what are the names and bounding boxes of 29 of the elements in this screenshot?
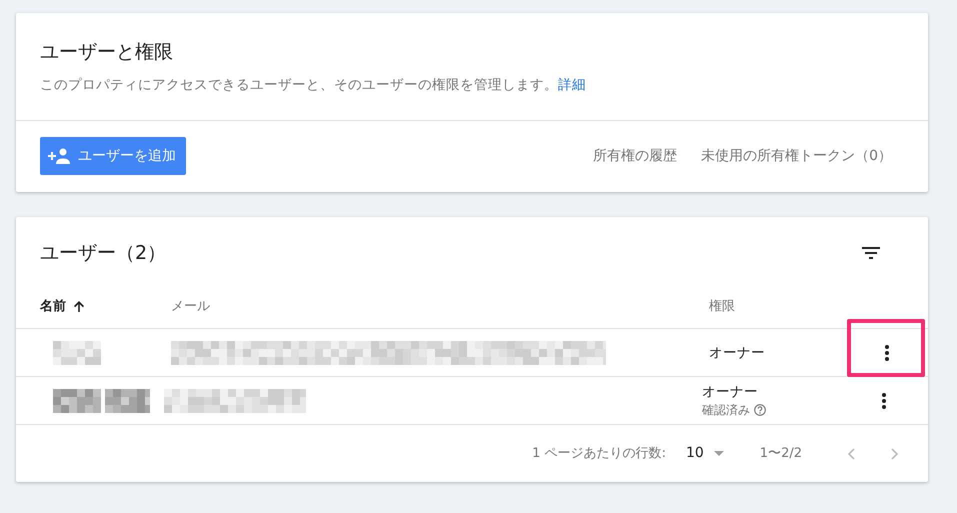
page-range-text: 1〜2/2 — [760, 444, 802, 463]
rows-per-page-select[interactable]: 10 — [686, 443, 724, 464]
role-text: オーナー — [709, 344, 766, 362]
filter-icon — [862, 247, 880, 259]
add-user-button[interactable]: ユーザーを追加 — [40, 137, 186, 175]
sort-up-arrow-icon — [74, 301, 84, 312]
chevron-right-icon — [891, 448, 898, 460]
header-link[interactable]: 未使用の所有権トークン（0） — [689, 146, 904, 166]
column-header[interactable]: メール — [171, 296, 210, 316]
chevron-left-icon — [848, 448, 855, 460]
details-link[interactable]: 詳細 — [558, 77, 586, 93]
section-title: ユーザー（2） — [40, 241, 166, 266]
caret-down-icon — [714, 451, 724, 456]
table-row[interactable]: オーナー 確認済み — [16, 377, 928, 425]
pixelated-name-drawing — [105, 388, 150, 412]
help-icon — [754, 404, 766, 416]
description-text: このプロパティにアクセスできるユーザーと、そのユーザーの権限を管理します。詳細 — [40, 76, 587, 95]
pixelated-name-drawing — [53, 340, 101, 364]
column-header[interactable]: 権限 — [709, 296, 735, 316]
role-text: オーナー — [702, 382, 759, 400]
pixelated-name-drawing — [53, 388, 101, 412]
header-link[interactable]: 所有権の履歴 — [581, 146, 690, 166]
more-vertical-icon — [882, 392, 886, 408]
column-header[interactable]: 名前 — [40, 296, 66, 316]
status-text: 確認済み — [702, 402, 750, 418]
add-person-icon — [48, 148, 70, 164]
page-title: ユーザーと権限 — [40, 40, 174, 65]
more-vertical-icon — [885, 344, 889, 360]
rows-per-page-label: 1 ページあたりの行数: — [532, 444, 666, 463]
